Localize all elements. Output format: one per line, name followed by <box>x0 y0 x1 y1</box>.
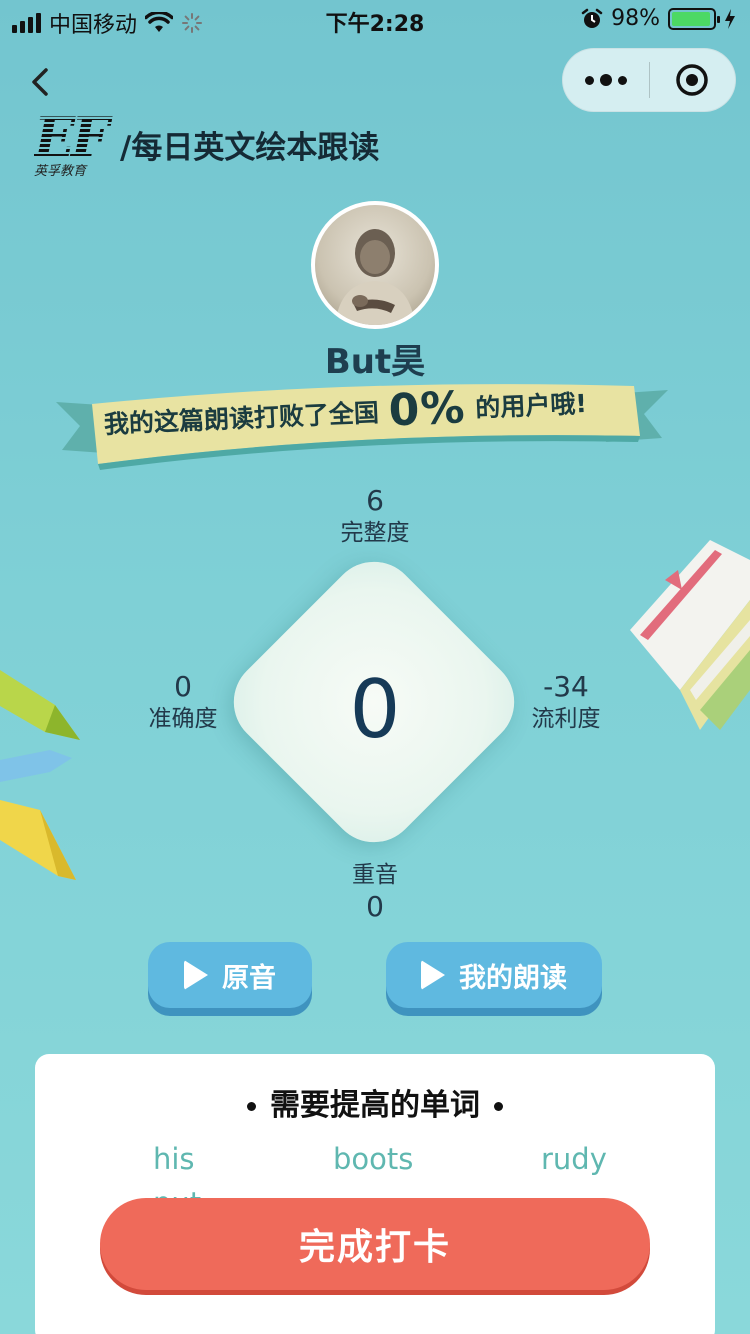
crayons-decoration <box>0 670 80 880</box>
target-icon <box>676 64 708 96</box>
play-icon <box>184 960 208 990</box>
words-card-title: 需要提高的单词 <box>35 1080 715 1124</box>
play-my-reading-button[interactable]: 我的朗读 <box>386 942 602 1008</box>
bullet-dot <box>494 1102 503 1111</box>
more-dots-icon <box>584 75 594 85</box>
completeness-value: 6 <box>366 484 384 517</box>
brand-header: EF 英孚教育 /每日英文绘本跟读 <box>34 110 380 182</box>
back-button[interactable] <box>26 62 56 102</box>
avatar-image <box>315 205 435 325</box>
play-icon <box>421 960 445 990</box>
words-card: 需要提高的单词 his boots rudy put <box>35 1054 715 1334</box>
word-item[interactable]: rudy <box>541 1142 607 1176</box>
books-decoration <box>630 540 750 730</box>
accuracy-label: 准确度 <box>148 706 218 732</box>
fluency-label: 流利度 <box>531 706 601 732</box>
battery-percent: 98% <box>611 6 660 31</box>
fluency-value: -34 <box>543 670 589 703</box>
banner-prefix: 我的这篇朗读打败了全国 <box>103 398 380 439</box>
battery-icon <box>668 7 720 30</box>
total-score: 0 <box>349 663 401 756</box>
metric-completeness: 6 完整度 <box>325 484 425 548</box>
play-original-button[interactable]: 原音 <box>148 942 312 1008</box>
accuracy-value: 0 <box>174 670 192 703</box>
play-original-label: 原音 <box>222 962 276 994</box>
completeness-label: 完整度 <box>340 520 410 546</box>
word-item[interactable]: boots <box>333 1142 413 1176</box>
page-title: /每日英文绘本跟读 <box>120 130 380 166</box>
close-miniprogram-button[interactable] <box>650 49 736 111</box>
word-item[interactable]: his <box>153 1142 195 1176</box>
charging-icon <box>725 8 735 29</box>
stress-value: 0 <box>366 890 384 923</box>
metric-accuracy: 0 准确度 <box>138 670 228 734</box>
ef-logo-subtitle: 英孚教育 <box>34 164 87 179</box>
avatar <box>311 201 439 329</box>
ef-logo: EF 英孚教育 <box>34 110 120 179</box>
status-bar: 中国移动 下午2:28 98% <box>0 0 750 40</box>
bullet-dot <box>247 1102 256 1111</box>
status-right: 98% <box>581 6 736 31</box>
words-card-title-text: 需要提高的单词 <box>270 1088 480 1123</box>
play-my-reading-label: 我的朗读 <box>459 962 567 994</box>
finish-checkin-button[interactable]: 完成打卡 <box>100 1198 650 1290</box>
stress-label: 重音 <box>352 862 398 888</box>
banner-suffix: 的用户哦! <box>474 388 588 423</box>
more-button[interactable] <box>563 49 649 111</box>
chevron-left-icon <box>32 68 48 96</box>
alarm-icon <box>581 8 603 28</box>
ef-logo-text: EF <box>34 110 120 164</box>
metric-fluency: -34 流利度 <box>526 670 606 734</box>
metric-stress: 重音 0 <box>325 860 425 924</box>
mini-program-capsule <box>562 48 736 112</box>
banner-percent: 0% <box>387 381 467 437</box>
